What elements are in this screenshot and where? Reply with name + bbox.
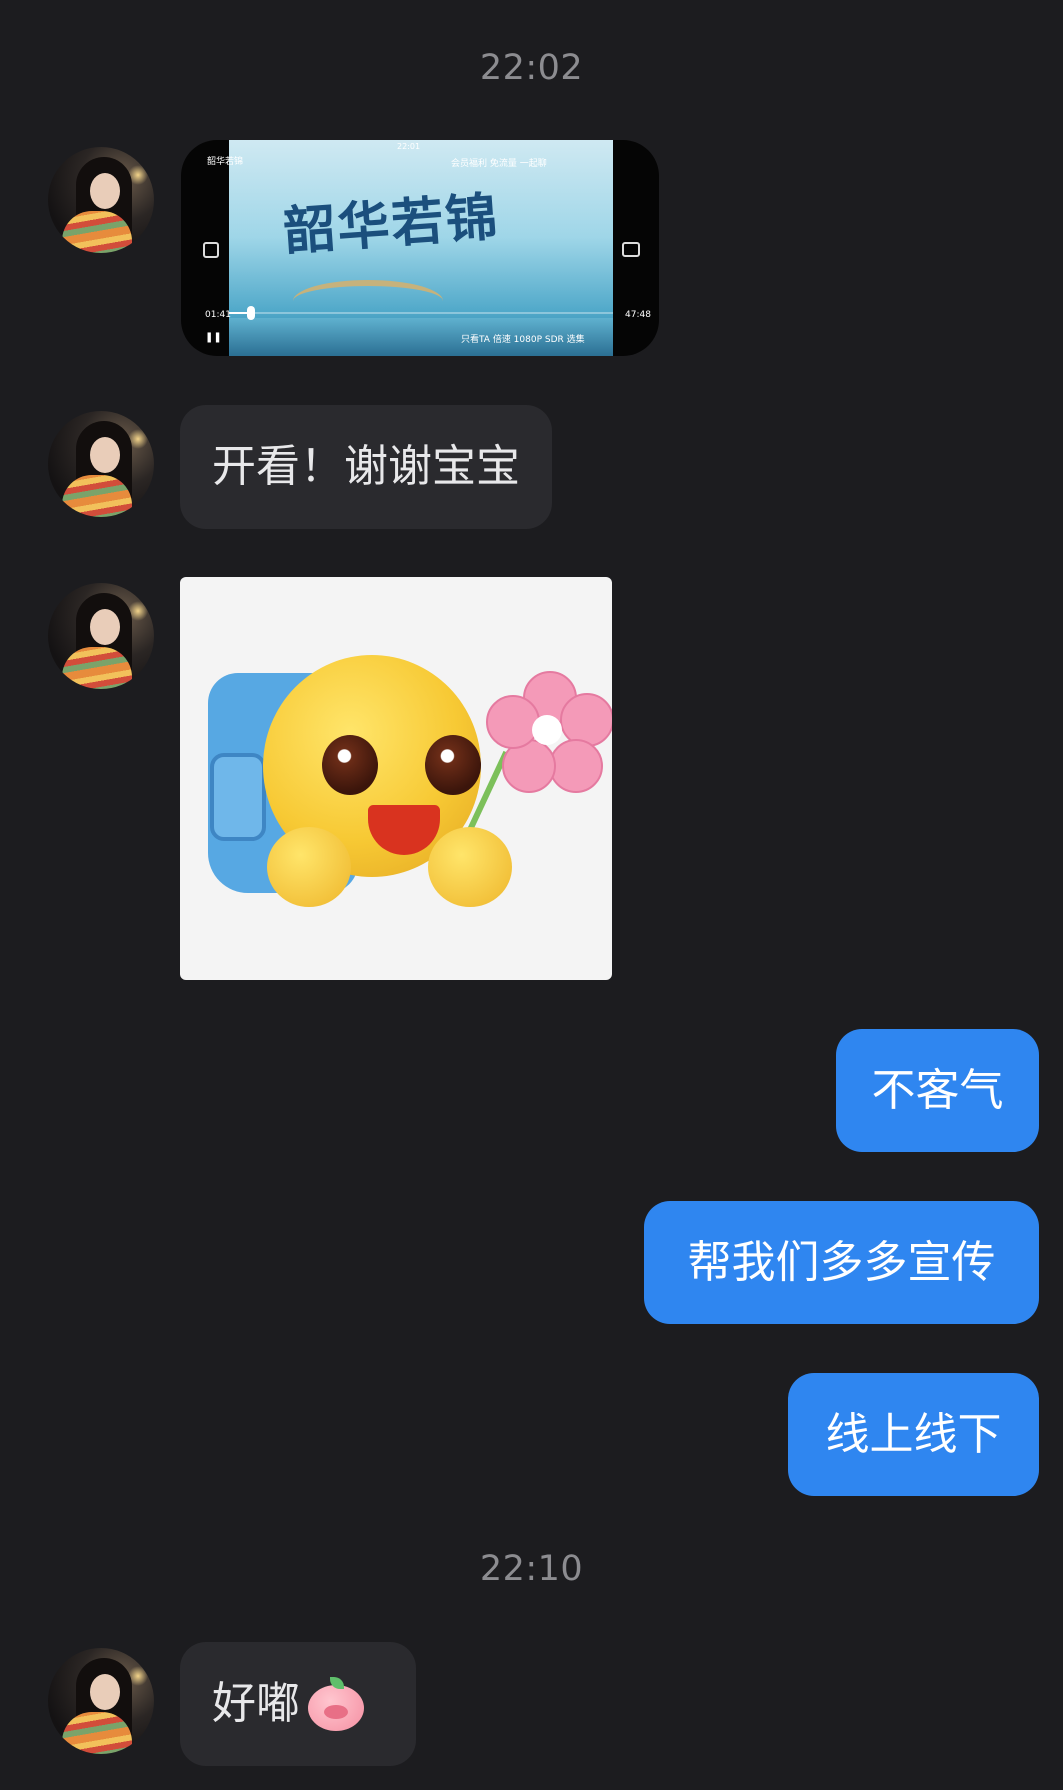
video-clock: 22:01 [397, 142, 421, 151]
video-top-actions: 会员福利 免流量 一起聊 [451, 159, 547, 169]
timestamp: 22:10 [479, 1549, 584, 1589]
outgoing-message[interactable]: 不客气 [836, 1029, 1039, 1152]
video-progress [229, 312, 613, 314]
message-text: 开看！谢谢宝宝 [212, 441, 520, 492]
contact-avatar[interactable] [48, 147, 154, 253]
message-text: 不客气 [871, 1064, 1004, 1116]
video-top-label: 韶华若锦 [207, 157, 244, 167]
message-text: 好嘟 [212, 1678, 300, 1729]
incoming-message[interactable]: 开看！谢谢宝宝 [180, 405, 552, 529]
video-total: 47:48 [625, 310, 651, 320]
video-title: 韶华若锦 [281, 186, 502, 263]
message-text: 帮我们多多宣传 [687, 1236, 996, 1288]
smiley-flower-sticker[interactable] [180, 577, 612, 980]
lock-icon [203, 242, 219, 258]
contact-avatar[interactable] [48, 583, 154, 689]
pig-face-icon [306, 1677, 366, 1731]
contact-avatar[interactable] [48, 1648, 154, 1754]
progress-knob [247, 306, 255, 320]
timestamp: 22:02 [479, 48, 584, 88]
incoming-message[interactable]: 好嘟 [180, 1642, 416, 1766]
video-screenshot-message[interactable]: 韶华若锦 韶华若锦 22:01 会员福利 免流量 一起聊 01:41 47:48… [181, 140, 659, 356]
video-bottom-controls: 只看TA 倍速 1080P SDR 选集 [461, 335, 585, 345]
video-elapsed: 01:41 [205, 310, 231, 320]
outgoing-message[interactable]: 线上线下 [788, 1373, 1039, 1496]
camera-icon [622, 242, 640, 257]
outgoing-message[interactable]: 帮我们多多宣传 [644, 1201, 1039, 1324]
bridge-graphic [293, 280, 443, 322]
message-text: 线上线下 [825, 1408, 1002, 1460]
pause-icon: ❚❚ [205, 332, 222, 343]
contact-avatar[interactable] [48, 411, 154, 517]
